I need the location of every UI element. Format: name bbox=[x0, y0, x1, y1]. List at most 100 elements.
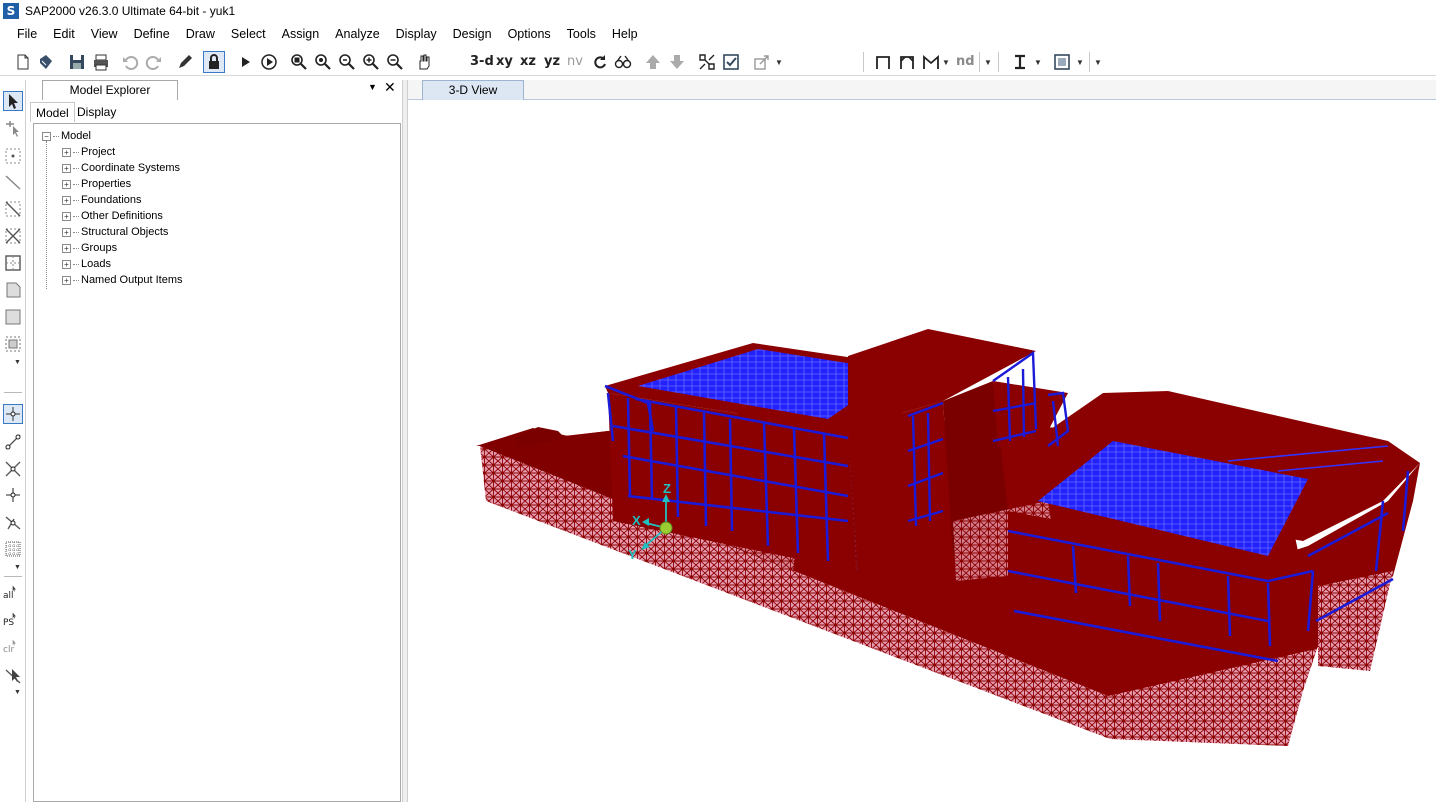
select-dropdown-icon[interactable]: ▼ bbox=[14, 689, 21, 696]
frame-braced-icon[interactable] bbox=[896, 51, 918, 73]
draw-area-icon[interactable] bbox=[3, 199, 23, 219]
tree-item-named-output-items[interactable]: + Named Output Items bbox=[62, 272, 183, 288]
draw-cross-icon[interactable] bbox=[3, 226, 23, 246]
menu-view[interactable]: View bbox=[83, 23, 126, 45]
view-yz-button[interactable]: yz bbox=[544, 51, 560, 73]
view-nv-button[interactable]: nv bbox=[567, 51, 583, 73]
undo-icon[interactable] bbox=[119, 51, 141, 73]
menu-help[interactable]: Help bbox=[604, 23, 646, 45]
tab-model[interactable]: Model bbox=[30, 102, 75, 122]
draw-point-icon[interactable] bbox=[3, 146, 23, 166]
run-icon[interactable] bbox=[234, 51, 256, 73]
expand-icon[interactable]: + bbox=[62, 195, 71, 205]
pan-icon[interactable] bbox=[413, 51, 435, 73]
snap-intersections-icon[interactable] bbox=[3, 459, 23, 479]
snap-grid-icon[interactable] bbox=[3, 539, 23, 559]
extrude-icon[interactable] bbox=[751, 51, 773, 73]
expand-icon[interactable]: + bbox=[62, 275, 71, 285]
zoom-in-icon[interactable] bbox=[360, 51, 382, 73]
expand-icon[interactable]: + bbox=[62, 211, 71, 221]
nd-dropdown-icon[interactable]: ▼ bbox=[983, 51, 993, 73]
move-down-icon[interactable] bbox=[666, 51, 688, 73]
zoom-previous-icon[interactable] bbox=[336, 51, 358, 73]
run-step-icon[interactable] bbox=[258, 51, 280, 73]
menu-options[interactable]: Options bbox=[500, 23, 559, 45]
new-model-icon[interactable] bbox=[12, 51, 34, 73]
explorer-close-icon[interactable]: ✕ bbox=[384, 79, 396, 96]
tree-item-coordinate-systems[interactable]: + Coordinate Systems bbox=[62, 160, 180, 176]
reshape-icon[interactable] bbox=[3, 118, 23, 138]
menu-display[interactable]: Display bbox=[388, 23, 445, 45]
snap-points-icon[interactable] bbox=[3, 404, 23, 424]
open-icon[interactable] bbox=[35, 51, 57, 73]
frame-dropdown-icon[interactable]: ▼ bbox=[941, 51, 951, 73]
i-beam-icon[interactable] bbox=[1009, 51, 1031, 73]
draw-special-icon[interactable] bbox=[3, 334, 23, 354]
section-dropdown-icon[interactable]: ▼ bbox=[1033, 51, 1043, 73]
frame-type-icon[interactable] bbox=[872, 51, 894, 73]
draw-poly-area-icon[interactable] bbox=[3, 280, 23, 300]
tree-item-loads[interactable]: + Loads bbox=[62, 256, 111, 272]
menu-file[interactable]: File bbox=[9, 23, 45, 45]
draw-solid-icon[interactable] bbox=[3, 307, 23, 327]
expand-icon[interactable]: + bbox=[62, 243, 71, 253]
intersecting-line-icon[interactable] bbox=[3, 666, 23, 686]
tree-item-other-definitions[interactable]: + Other Definitions bbox=[62, 208, 163, 224]
expand-icon[interactable]: + bbox=[62, 227, 71, 237]
menu-analyze[interactable]: Analyze bbox=[327, 23, 387, 45]
model-explorer-tab[interactable]: Model Explorer bbox=[42, 80, 178, 100]
tree-item-structural-objects[interactable]: + Structural Objects bbox=[62, 224, 168, 240]
view-3d-button[interactable]: 3-d bbox=[470, 51, 494, 73]
shell-dropdown-icon[interactable]: ▼ bbox=[1075, 51, 1085, 73]
menu-edit[interactable]: Edit bbox=[45, 23, 83, 45]
snap-dropdown-icon[interactable]: ▼ bbox=[14, 564, 21, 571]
lock-icon[interactable] bbox=[203, 51, 225, 73]
shell-section-icon[interactable] bbox=[1051, 51, 1073, 73]
tree-item-properties[interactable]: + Properties bbox=[62, 176, 131, 192]
expand-icon[interactable]: + bbox=[62, 259, 71, 269]
menu-draw[interactable]: Draw bbox=[178, 23, 223, 45]
save-icon[interactable] bbox=[66, 51, 88, 73]
menu-define[interactable]: Define bbox=[126, 23, 178, 45]
nd-button[interactable]: nd bbox=[956, 51, 975, 73]
zoom-window-icon[interactable] bbox=[288, 51, 310, 73]
menu-assign[interactable]: Assign bbox=[274, 23, 328, 45]
zoom-restore-icon[interactable] bbox=[312, 51, 334, 73]
snap-lines-icon[interactable] bbox=[3, 512, 23, 532]
rotate-icon[interactable] bbox=[589, 51, 611, 73]
pencil-icon[interactable] bbox=[174, 51, 196, 73]
tab-display[interactable]: Display bbox=[72, 102, 121, 122]
draw-rect-area-icon[interactable] bbox=[3, 253, 23, 273]
zoom-out-icon[interactable] bbox=[384, 51, 406, 73]
expand-icon[interactable]: + bbox=[62, 163, 71, 173]
select-all-icon[interactable]: all bbox=[3, 584, 23, 604]
tree-item-groups[interactable]: + Groups bbox=[62, 240, 117, 256]
view-xz-button[interactable]: xz bbox=[520, 51, 536, 73]
set-display-icon[interactable] bbox=[720, 51, 742, 73]
snap-ends-icon[interactable] bbox=[3, 432, 23, 452]
clear-selection-icon[interactable]: clr bbox=[3, 638, 23, 658]
move-up-icon[interactable] bbox=[642, 51, 664, 73]
tree-item-foundations[interactable]: + Foundations bbox=[62, 192, 142, 208]
tab-3d-view[interactable]: 3-D View bbox=[422, 80, 524, 100]
model-3d-viewport[interactable]: Z X Y bbox=[408, 101, 1436, 802]
explorer-pin-icon[interactable]: ▼ bbox=[368, 82, 377, 92]
draw-frame-icon[interactable] bbox=[3, 172, 23, 192]
perspective-icon[interactable] bbox=[612, 51, 634, 73]
snap-perpendicular-icon[interactable] bbox=[3, 485, 23, 505]
tree-item-project[interactable]: + Project bbox=[62, 144, 115, 160]
more-dropdown-icon[interactable]: ▼ bbox=[1093, 51, 1103, 73]
print-icon[interactable] bbox=[90, 51, 112, 73]
extrude-dropdown-icon[interactable]: ▼ bbox=[774, 51, 784, 73]
redo-icon[interactable] bbox=[143, 51, 165, 73]
menu-select[interactable]: Select bbox=[223, 23, 274, 45]
tree-root-model[interactable]: − Model bbox=[42, 128, 91, 144]
menu-tools[interactable]: Tools bbox=[559, 23, 604, 45]
pointer-icon[interactable] bbox=[3, 91, 23, 111]
view-xy-button[interactable]: xy bbox=[496, 51, 513, 73]
expand-icon[interactable]: + bbox=[62, 147, 71, 157]
menu-design[interactable]: Design bbox=[445, 23, 500, 45]
frame-truss-icon[interactable] bbox=[920, 51, 942, 73]
expand-icon[interactable]: + bbox=[62, 179, 71, 189]
object-shrink-icon[interactable] bbox=[696, 51, 718, 73]
